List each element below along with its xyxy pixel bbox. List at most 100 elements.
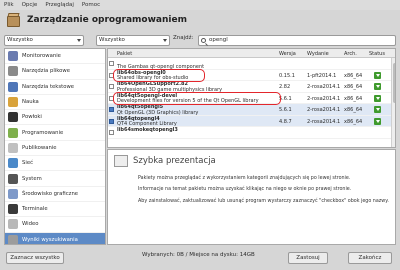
- chevron-down-icon: [163, 38, 167, 42]
- sidebar-item-label: Publikowanie: [22, 144, 57, 151]
- sidebar-item[interactable]: Narzędzia plikowe: [5, 64, 105, 80]
- filter-right-value: Wszystko: [99, 36, 125, 43]
- package-version: 5.6.1: [279, 107, 292, 113]
- sidebar-item-label: Programowanie: [22, 129, 64, 136]
- package-release: 2-rosa2014.1: [307, 118, 341, 125]
- package-arch: x86_64: [344, 72, 363, 79]
- package-box-icon: [6, 12, 22, 28]
- category-icon: [8, 142, 18, 153]
- select-all-button[interactable]: Zaznacz wszystko: [6, 252, 64, 264]
- package-checkbox[interactable]: [109, 61, 114, 66]
- filter-left-value: Wszystko: [7, 36, 33, 43]
- col-package[interactable]: Pakiet: [117, 51, 132, 57]
- sidebar-item-label: Sieć: [22, 160, 34, 167]
- category-icon: [8, 204, 18, 215]
- package-release: 1-pft2014.1: [307, 72, 337, 79]
- col-version[interactable]: Wersja: [279, 51, 296, 57]
- sidebar-item-label: Terminale: [22, 206, 48, 213]
- sidebar-item[interactable]: Wyniki wyszukiwania: [5, 232, 105, 244]
- category-icon: [8, 173, 18, 184]
- package-checkbox[interactable]: [109, 84, 114, 89]
- package-release: 2-rosa2014.1: [307, 107, 341, 113]
- table-header: Pakiet Wersja Wydanie Arch. Status: [108, 49, 395, 58]
- sidebar-item-label: System: [22, 175, 42, 182]
- menubar: Plik Opcje Przeglądaj Pomoc: [0, 0, 400, 10]
- sidebar-item[interactable]: Terminale: [5, 202, 105, 218]
- sidebar-item-label: Powłoki: [22, 114, 42, 121]
- package-arch: x86_64: [344, 107, 363, 113]
- download-status-icon: [374, 117, 381, 125]
- package-name: lib64smokeqtopengl3: [117, 127, 178, 133]
- table-row[interactable]: lib64qtopengl4 QT4 Component Library 4.8.7…: [108, 115, 391, 127]
- menu-help[interactable]: Pomoc: [82, 2, 100, 8]
- table-row[interactable]: lib64OpenGLSupport2.82 Professional 3D ga…: [108, 81, 391, 93]
- category-icon: [8, 219, 18, 230]
- sidebar-item[interactable]: System: [5, 171, 105, 187]
- package-scrollbar[interactable]: [391, 58, 395, 147]
- package-checkbox[interactable]: [109, 118, 114, 124]
- info-header: Szybka prezentacja: [114, 155, 216, 167]
- package-arch: x86_64: [344, 84, 363, 90]
- category-icon: [8, 188, 18, 199]
- info-paragraph: Pakiety można przeglądać z wykorzystanie…: [138, 176, 351, 181]
- sidebar-item[interactable]: Środowisko graficzne: [5, 187, 105, 202]
- category-icon: [8, 112, 18, 123]
- package-checkbox[interactable]: [109, 130, 114, 135]
- selection-summary: Wybranych: 0B / Miejsce na dysku: 14GB: [142, 252, 255, 258]
- download-status-icon: [374, 71, 381, 79]
- search-icon: [201, 37, 206, 43]
- package-arch: x86_64: [344, 118, 363, 125]
- table-row[interactable]: lib64qt5opengl5 Qt OpenGL (3D Graphics) l…: [108, 104, 391, 116]
- apply-button[interactable]: Zastosuj: [288, 252, 328, 264]
- package-checkbox[interactable]: [109, 107, 114, 112]
- window-title: Zarządzanie oprogramowaniem: [27, 15, 187, 25]
- info-paragraph: Informacje na temat pakietu można uzyska…: [138, 187, 352, 192]
- document-icon: [114, 155, 128, 167]
- filter-right-select[interactable]: Wszystko: [96, 34, 170, 46]
- menu-file[interactable]: Plik: [4, 2, 14, 8]
- category-icon: [8, 127, 18, 138]
- sidebar-item[interactable]: Narzędzia tekstowe: [5, 80, 105, 95]
- quit-button[interactable]: Zakończ: [348, 252, 392, 264]
- col-release[interactable]: Wydanie: [307, 51, 329, 57]
- sidebar-item[interactable]: Sieć: [5, 156, 105, 172]
- download-status-icon: [374, 83, 381, 90]
- sidebar-item-label: Nauka: [22, 99, 39, 106]
- sidebar-item-label: Monitorowanie: [22, 53, 61, 60]
- table-row[interactable]: lib64smokeqtopengl3: [108, 127, 391, 139]
- package-version: 0.15.1: [279, 72, 295, 79]
- table-row[interactable]: The Gambas qt-opengl component: [108, 58, 391, 70]
- category-icon: [8, 234, 18, 244]
- menu-options[interactable]: Opcje: [22, 2, 38, 8]
- package-version: 4.8.7: [279, 118, 292, 125]
- highlight-box: [113, 92, 281, 105]
- sidebar-item[interactable]: Nauka: [5, 95, 105, 111]
- category-sidebar: Monitorowanie Narzędzia plikowe Narzędzia …: [4, 48, 106, 245]
- col-status[interactable]: Status: [369, 51, 385, 57]
- search-input[interactable]: opengl: [198, 34, 396, 46]
- category-icon: [8, 97, 18, 108]
- search-label: Znajdź:: [173, 35, 194, 41]
- sidebar-item[interactable]: Powłoki: [5, 110, 105, 126]
- package-table: Pakiet Wersja Wydanie Arch. Status The G…: [107, 48, 396, 148]
- sidebar-item-label: Narzędzia tekstowe: [22, 83, 75, 90]
- sidebar-item[interactable]: Programowanie: [5, 125, 105, 141]
- sidebar-item-label: Wideo: [22, 221, 39, 228]
- menu-view[interactable]: Przeglądaj: [45, 2, 74, 8]
- category-icon: [8, 66, 18, 77]
- info-title: Szybka prezentacja: [133, 156, 216, 166]
- package-release: 2-rosa2014.1: [307, 95, 341, 102]
- sidebar-item-label: Środowisko graficzne: [22, 190, 79, 197]
- sidebar-item[interactable]: Wideo: [5, 217, 105, 233]
- info-paragraph: Aby zainstalować, zaktualizować lub usun…: [138, 199, 389, 204]
- category-icon: [8, 81, 18, 92]
- sidebar-item[interactable]: Publikowanie: [5, 141, 105, 157]
- download-status-icon: [374, 106, 381, 113]
- scrollbar-thumb[interactable]: [393, 63, 395, 103]
- download-status-icon: [374, 94, 381, 102]
- sidebar-item-label: Wyniki wyszukiwania: [22, 236, 78, 243]
- category-icon: [8, 158, 18, 169]
- filter-left-select[interactable]: Wszystko: [4, 34, 84, 46]
- col-arch[interactable]: Arch.: [344, 51, 357, 57]
- sidebar-item[interactable]: Monitorowanie: [5, 49, 105, 65]
